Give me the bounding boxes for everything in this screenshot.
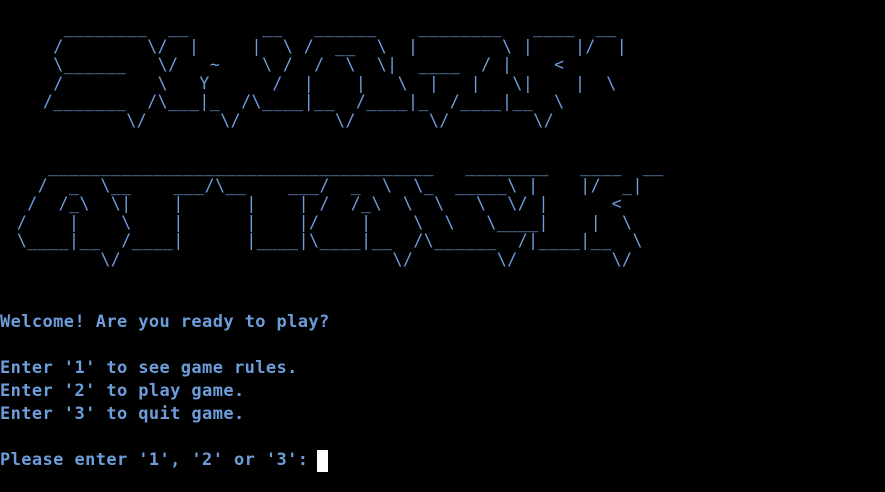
terminal-window: ________ __ __ ______ ________ ____ __ /…: [0, 0, 885, 492]
title-ascii-art-shark: ________ __ __ ______ ________ ____ __ /…: [42, 18, 628, 130]
title-ascii-art-attack: _____________________________________ __…: [16, 157, 664, 269]
menu-option-rules: Enter '1' to see game rules.: [0, 358, 298, 378]
input-prompt-row[interactable]: Please enter '1', '2' or '3':: [0, 449, 329, 472]
input-prompt-label: Please enter '1', '2' or '3':: [0, 450, 309, 470]
menu-option-play: Enter '2' to play game.: [0, 381, 245, 401]
menu-option-quit: Enter '3' to quit game.: [0, 404, 245, 424]
welcome-message: Welcome! Are you ready to play?: [0, 312, 330, 332]
text-cursor[interactable]: [317, 449, 329, 472]
